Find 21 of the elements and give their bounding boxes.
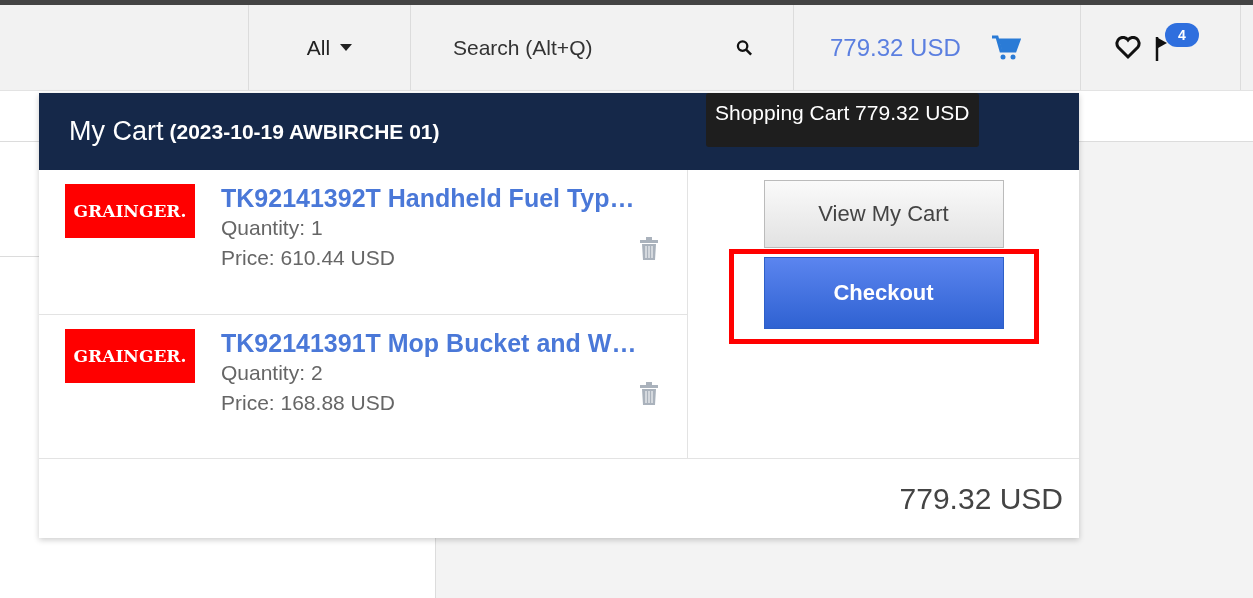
caret-icon (340, 44, 353, 51)
product-link[interactable]: TK92141391T Mop Bucket and W… (221, 329, 637, 358)
search-icon[interactable] (736, 38, 753, 57)
quantity-text: Quantity: 2 (221, 360, 324, 386)
price-text: Price: 168.88 USD (221, 390, 396, 416)
notification-badge: 4 (1165, 22, 1199, 47)
flag-icon[interactable] (1155, 34, 1169, 61)
view-cart-button[interactable]: View My Cart (763, 180, 1004, 248)
cart-total-text: 779.32 USD (899, 481, 1063, 516)
quantity-text: Quantity: 1 (221, 215, 324, 241)
search-field[interactable]: Search (Alt+Q) (451, 34, 726, 61)
brand-logo: GRAINGER. (65, 184, 195, 238)
tooltip: Shopping Cart 779.32 USD (706, 93, 979, 147)
cart-icon[interactable] (990, 34, 1021, 61)
price-text: Price: 610.44 USD (221, 245, 396, 271)
product-link[interactable]: TK92141392T Handheld Fuel Typ… (221, 184, 635, 213)
heart-icon[interactable] (1115, 35, 1141, 60)
checkout-button[interactable]: Checkout (763, 257, 1004, 329)
scope-dropdown[interactable]: All (248, 5, 410, 90)
brand-logo: GRAINGER. (65, 329, 195, 383)
cart-total-link[interactable]: 779.32 USD (830, 33, 961, 62)
